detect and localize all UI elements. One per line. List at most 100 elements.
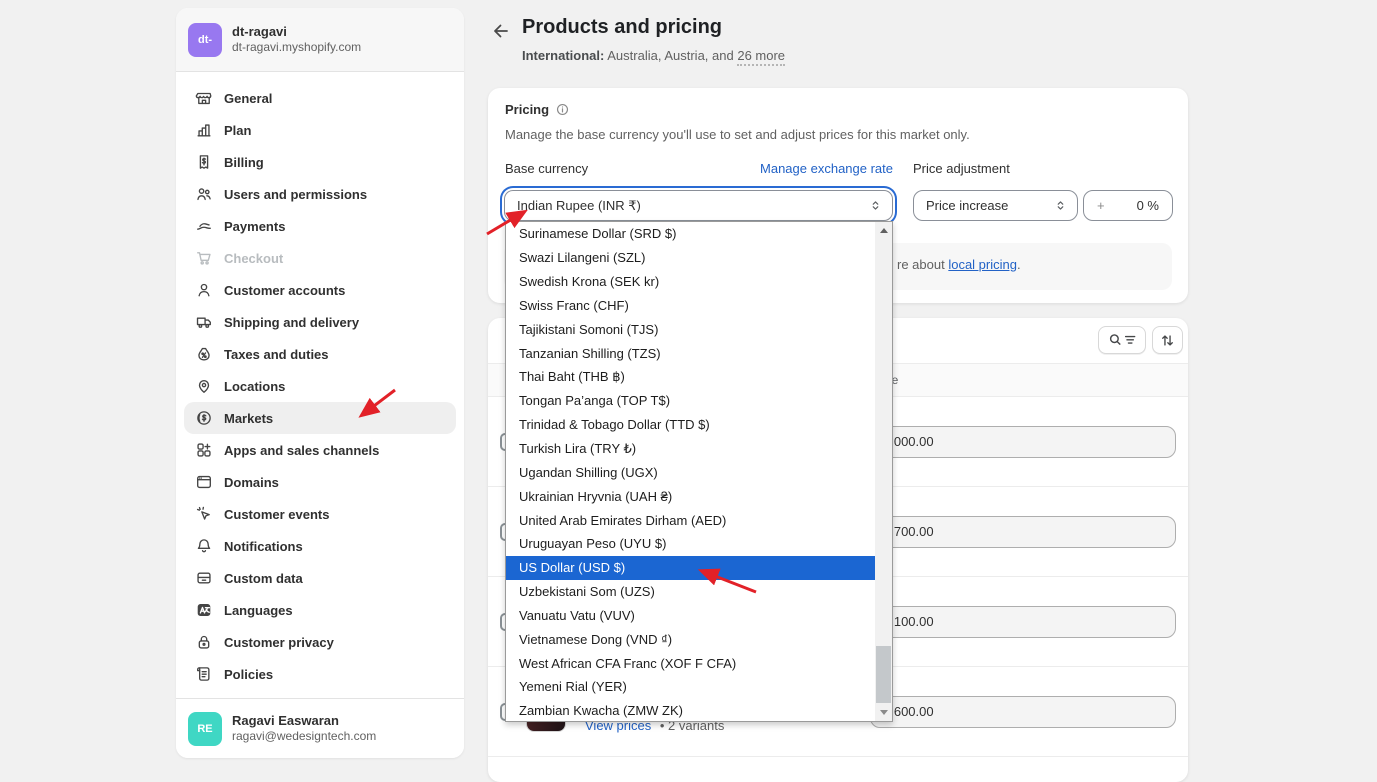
scrollbar-thumb[interactable]: [876, 646, 891, 703]
currency-dropdown: Surinamese Dollar (SRD $) Swazi Lilangen…: [505, 221, 893, 722]
back-arrow-icon: [491, 21, 511, 41]
currency-option[interactable]: Surinamese Dollar (SRD $): [506, 222, 875, 246]
adjustment-value: 0 %: [1137, 198, 1159, 213]
base-currency-select[interactable]: Indian Rupee (INR ₹): [504, 190, 893, 221]
currency-option[interactable]: Tanzanian Shilling (TZS): [506, 341, 875, 365]
user-name: Ragavi Easwaran: [232, 713, 376, 729]
currency-option[interactable]: Vanuatu Vatu (VUV): [506, 604, 875, 628]
currency-option[interactable]: US Dollar (USD $): [506, 556, 875, 580]
price-input[interactable]: 6,600.00: [870, 696, 1176, 728]
person-icon: [194, 280, 214, 300]
sidebar-item-taxes-and-duties[interactable]: Taxes and duties: [184, 338, 456, 370]
store-icon: [194, 88, 214, 108]
sidebar-item-label: Policies: [224, 667, 273, 682]
sidebar-item-checkout[interactable]: Checkout: [184, 242, 456, 274]
currency-option-label: Uzbekistani Som (UZS): [519, 584, 655, 599]
sidebar-item-general[interactable]: General: [184, 82, 456, 114]
store-switcher: dt- dt-ragavi dt-ragavi.myshopify.com: [176, 8, 464, 72]
manage-exchange-rate-link[interactable]: Manage exchange rate: [760, 161, 893, 176]
currency-option[interactable]: Tajikistani Somoni (TJS): [506, 317, 875, 341]
users-icon: [194, 184, 214, 204]
base-currency-value: Indian Rupee (INR ₹): [517, 198, 641, 214]
sidebar-item-payments[interactable]: Payments: [184, 210, 456, 242]
search-filter-button[interactable]: [1098, 326, 1146, 354]
pricing-card-title: Pricing: [505, 102, 570, 117]
sidebar-item-label: Locations: [224, 379, 285, 394]
store-avatar: dt-: [188, 23, 222, 57]
more-markets-link[interactable]: 26 more: [737, 48, 785, 66]
sidebar-item-policies[interactable]: Policies: [184, 658, 456, 690]
currency-option[interactable]: Yemeni Rial (YER): [506, 675, 875, 699]
scroll-up-arrow-icon[interactable]: [875, 222, 892, 239]
sidebar-item-customer-privacy[interactable]: Customer privacy: [184, 626, 456, 658]
price-adjustment-label: Price adjustment: [913, 161, 1010, 176]
store-domain: dt-ragavi.myshopify.com: [232, 40, 361, 55]
dropdown-scrollbar: [875, 222, 892, 721]
sidebar-item-shipping-and-delivery[interactable]: Shipping and delivery: [184, 306, 456, 338]
adjustment-type-select[interactable]: Price increase: [913, 190, 1078, 221]
sidebar-item-customer-events[interactable]: Customer events: [184, 498, 456, 530]
sidebar-item-locations[interactable]: Locations: [184, 370, 456, 402]
currency-option[interactable]: Ugandan Shilling (UGX): [506, 460, 875, 484]
sidebar-item-plan[interactable]: Plan: [184, 114, 456, 146]
local-pricing-link[interactable]: local pricing: [948, 257, 1017, 272]
sidebar-item-customer-accounts[interactable]: Customer accounts: [184, 274, 456, 306]
payments-icon: [194, 216, 214, 236]
sidebar-item-users-and-permissions[interactable]: Users and permissions: [184, 178, 456, 210]
currency-option[interactable]: Trinidad & Tobago Dollar (TTD $): [506, 413, 875, 437]
sidebar-item-label: Shipping and delivery: [224, 315, 359, 330]
sidebar-item-languages[interactable]: Languages: [184, 594, 456, 626]
currency-option[interactable]: West African CFA Franc (XOF F CFA): [506, 651, 875, 675]
plan-icon: [194, 120, 214, 140]
sort-button[interactable]: [1152, 326, 1183, 354]
currency-option[interactable]: Uruguayan Peso (UYU $): [506, 532, 875, 556]
globe-currency-icon: [194, 408, 214, 428]
translate-icon: [194, 600, 214, 620]
bell-icon: [194, 536, 214, 556]
price-input[interactable]: 1,700.00: [870, 516, 1176, 548]
adjustment-percent-input[interactable]: + 0 %: [1083, 190, 1173, 221]
page-subtitle: International: Australia, Austria, and 2…: [522, 48, 785, 63]
sidebar-item-custom-data[interactable]: Custom data: [184, 562, 456, 594]
account-footer: RE Ragavi Easwaran ragavi@wedesigntech.c…: [176, 698, 464, 758]
money-bag-icon: [194, 344, 214, 364]
chevron-updown-icon: [869, 199, 882, 212]
currency-option[interactable]: Uzbekistani Som (UZS): [506, 580, 875, 604]
apps-grid-icon: [194, 440, 214, 460]
currency-option[interactable]: Vietnamese Dong (VND ₫): [506, 627, 875, 651]
back-button[interactable]: [489, 19, 513, 43]
database-icon: [194, 568, 214, 588]
currency-option[interactable]: United Arab Emirates Dirham (AED): [506, 508, 875, 532]
scroll-down-arrow-icon[interactable]: [875, 704, 892, 721]
cart-icon: [194, 248, 214, 268]
currency-option-label: Uruguayan Peso (UYU $): [519, 536, 666, 551]
sidebar-item-label: Customer accounts: [224, 283, 345, 298]
sidebar-item-label: General: [224, 91, 272, 106]
sidebar-item-label: Notifications: [224, 539, 303, 554]
currency-option[interactable]: Zambian Kwacha (ZMW ZK): [506, 699, 875, 721]
browser-window-icon: [194, 472, 214, 492]
currency-option-label: Vanuatu Vatu (VUV): [519, 608, 635, 623]
currency-option[interactable]: Ukrainian Hryvnia (UAH ₴): [506, 484, 875, 508]
currency-option[interactable]: Swedish Krona (SEK kr): [506, 270, 875, 294]
sidebar-item-markets[interactable]: Markets: [184, 402, 456, 434]
lock-icon: [194, 632, 214, 652]
currency-option[interactable]: Turkish Lira (TRY ₺): [506, 437, 875, 461]
adjustment-sign: +: [1097, 198, 1105, 213]
price-input[interactable]: 1,000.00: [870, 426, 1176, 458]
sidebar-item-label: Plan: [224, 123, 251, 138]
currency-option[interactable]: Swiss Franc (CHF): [506, 294, 875, 318]
info-icon[interactable]: [555, 102, 570, 117]
currency-option[interactable]: Swazi Lilangeni (SZL): [506, 246, 875, 270]
sidebar-item-apps-and-sales-channels[interactable]: Apps and sales channels: [184, 434, 456, 466]
currency-option-label: West African CFA Franc (XOF F CFA): [519, 656, 736, 671]
sidebar-item-billing[interactable]: Billing: [184, 146, 456, 178]
sidebar-item-notifications[interactable]: Notifications: [184, 530, 456, 562]
currency-option[interactable]: Thai Baht (THB ฿): [506, 365, 875, 389]
sidebar-item-label: Customer privacy: [224, 635, 334, 650]
sidebar-item-domains[interactable]: Domains: [184, 466, 456, 498]
sidebar-item-label: Markets: [224, 411, 273, 426]
price-input[interactable]: 7,100.00: [870, 606, 1176, 638]
settings-nav: General Plan Billing Users and permissio…: [176, 72, 464, 700]
currency-option[interactable]: Tongan Pa’anga (TOP T$): [506, 389, 875, 413]
